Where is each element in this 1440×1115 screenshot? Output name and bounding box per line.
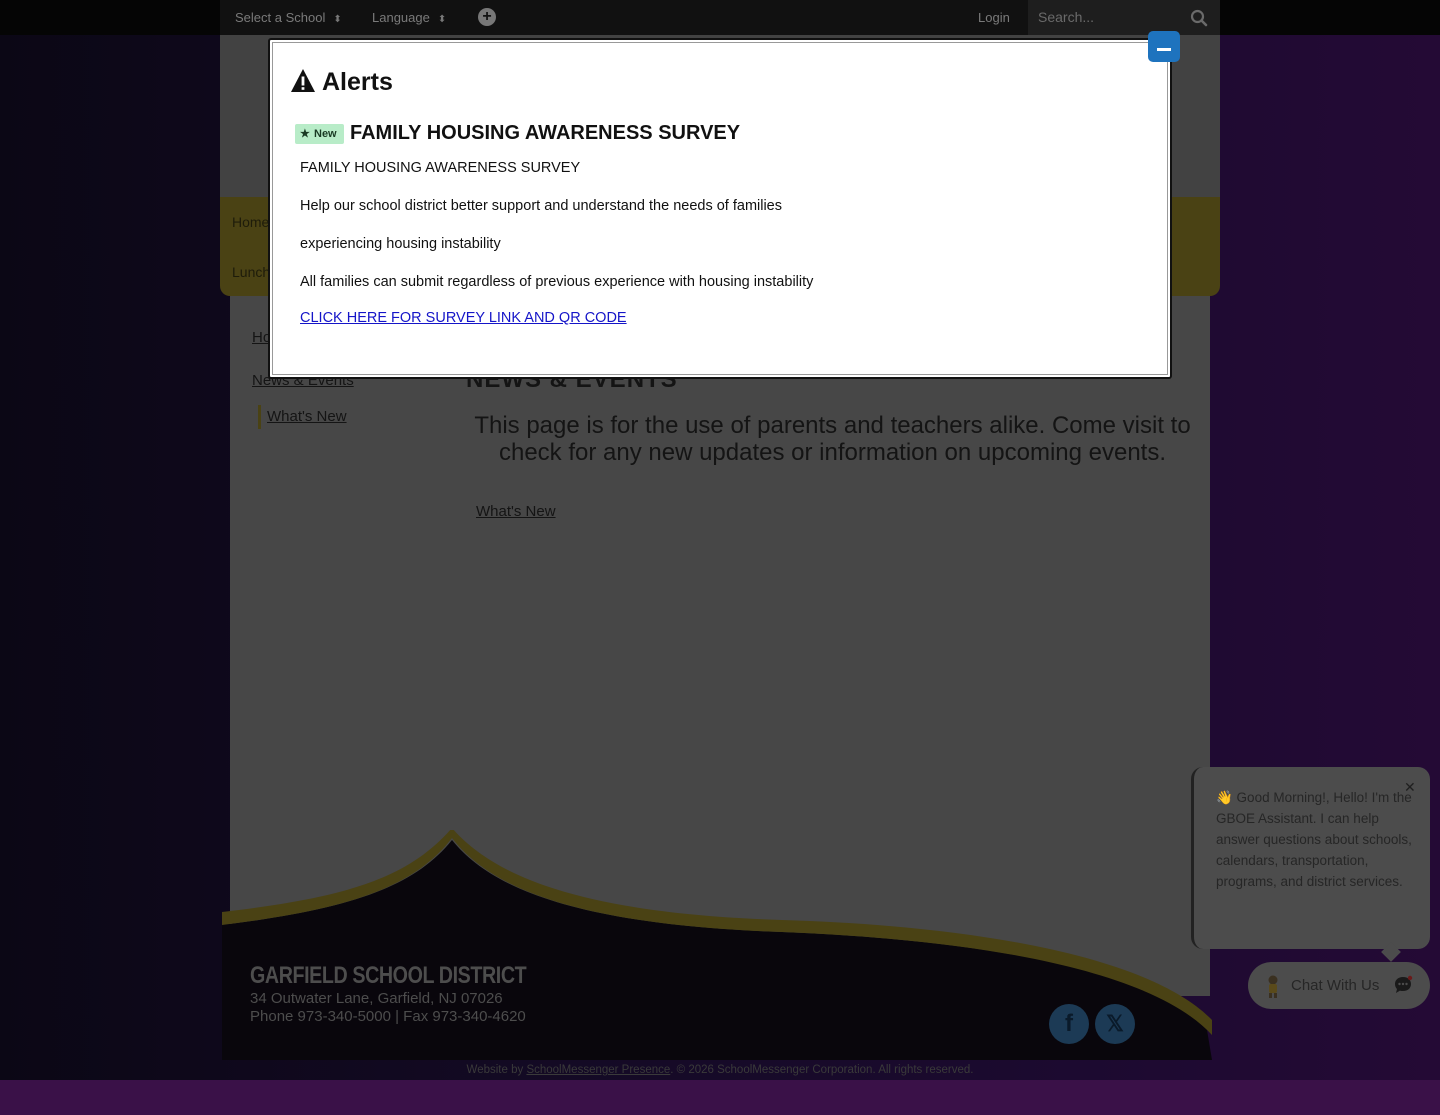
footer-phone-fax: Phone 973-340-5000 | Fax 973-340-4620 xyxy=(250,1008,526,1025)
minimize-button[interactable] xyxy=(1148,31,1180,62)
credit-link[interactable]: SchoolMessenger Presence xyxy=(526,1064,670,1076)
chat-greeting-bubble: 👋 Good Morning!, Hello! I'm the GBOE Ass… xyxy=(1191,767,1430,962)
footer-district-name: GARFIELD SCHOOL DISTRICT xyxy=(250,962,527,989)
select-school-label: Select a School xyxy=(235,10,326,25)
footer-address: 34 Outwater Lane, Garfield, NJ 07026 Pho… xyxy=(250,990,526,1026)
language-label: Language xyxy=(372,10,430,25)
credit-suffix: . © 2026 SchoolMessenger Corporation. Al… xyxy=(670,1064,974,1076)
survey-link[interactable]: CLICK HERE FOR SURVEY LINK AND QR CODE xyxy=(300,310,627,326)
alerts-heading-text: Alerts xyxy=(322,68,393,96)
alert-line: All families can submit regardless of pr… xyxy=(300,274,814,290)
footer-copyright: Website by SchoolMessenger Presence. © 2… xyxy=(0,1064,1440,1076)
alert-line: FAMILY HOUSING AWARENESS SURVEY xyxy=(300,160,581,176)
select-school-dropdown[interactable]: Select a School ⬍ xyxy=(235,10,342,25)
chat-message-icon xyxy=(1395,975,1413,993)
new-badge: ★ New xyxy=(295,124,344,144)
close-icon[interactable]: ✕ xyxy=(1404,779,1416,796)
mascot-icon xyxy=(1268,975,1278,998)
chat-with-us-button[interactable]: Chat With Us xyxy=(1248,962,1430,1009)
search-icon[interactable] xyxy=(1190,9,1208,27)
bottom-bar xyxy=(0,1080,1440,1115)
footer-address-line: 34 Outwater Lane, Garfield, NJ 07026 xyxy=(250,990,503,1007)
login-link[interactable]: Login xyxy=(978,10,1010,25)
updown-arrow-icon: ⬍ xyxy=(333,14,342,25)
chat-greeting-text: 👋 Good Morning!, Hello! I'm the GBOE Ass… xyxy=(1216,790,1412,889)
chat-button-label: Chat With Us xyxy=(1291,977,1380,994)
minimize-icon xyxy=(1157,48,1171,51)
plus-circle-icon[interactable]: + xyxy=(478,8,496,26)
search-box xyxy=(1028,0,1220,35)
x-icon[interactable]: 𝕏 xyxy=(1095,1004,1135,1044)
nav-item-lunch[interactable]: Lunch xyxy=(232,264,270,280)
warning-icon xyxy=(291,69,315,92)
alert-line: experiencing housing instability xyxy=(300,236,501,252)
alert-title: FAMILY HOUSING AWARENESS SURVEY xyxy=(350,122,741,144)
page-description: This page is for the use of parents and … xyxy=(474,412,1191,466)
language-dropdown[interactable]: Language ⬍ xyxy=(372,10,446,25)
search-input[interactable] xyxy=(1038,8,1178,26)
whats-new-link[interactable]: What's New xyxy=(476,503,556,520)
sidebar-subitem-whats-new[interactable]: What's New xyxy=(258,405,347,429)
updown-arrow-icon: ⬍ xyxy=(437,14,447,25)
credit-prefix: Website by xyxy=(466,1064,524,1076)
star-icon: ★ xyxy=(300,128,310,140)
nav-item-home[interactable]: Home xyxy=(232,214,269,230)
alert-line: Help our school district better support … xyxy=(300,198,782,214)
chat-bubble-tail xyxy=(1381,942,1401,962)
top-utility-bar xyxy=(0,0,1440,35)
facebook-icon[interactable]: f xyxy=(1049,1004,1089,1044)
new-badge-label: New xyxy=(314,128,337,140)
